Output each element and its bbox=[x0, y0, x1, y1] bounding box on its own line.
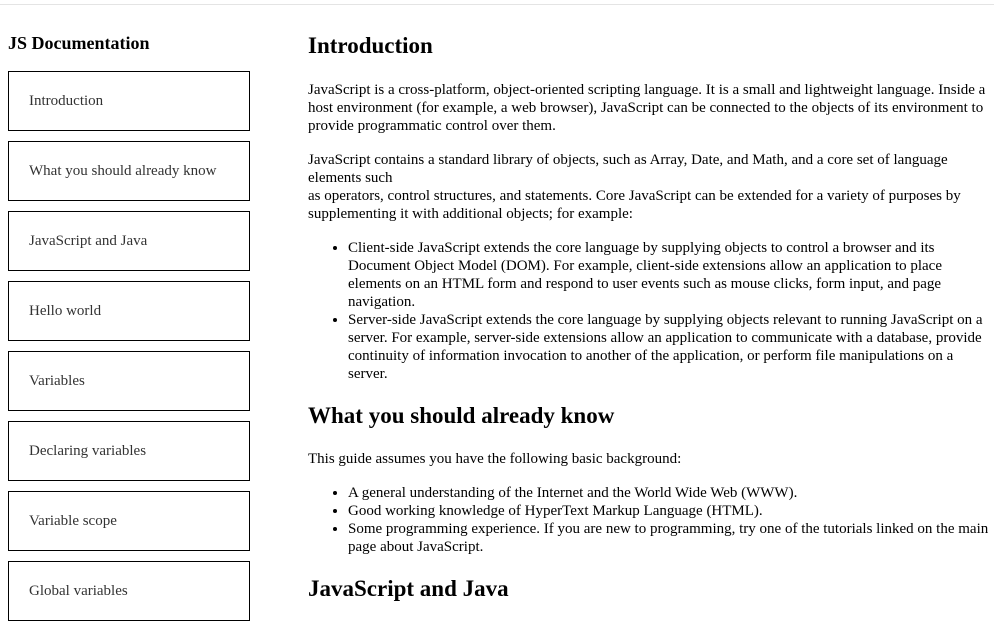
list-item-html: Good working knowledge of HyperText Mark… bbox=[348, 502, 994, 520]
section-javascript-and-java: JavaScript and Java bbox=[308, 573, 994, 605]
list-item-server-side: Server-side JavaScript extends the core … bbox=[348, 311, 994, 383]
intro-paragraph-2b: as operators, control structures, and st… bbox=[308, 188, 961, 222]
nav-link-variables[interactable]: Variables bbox=[8, 351, 250, 411]
sidebar-title: JS Documentation bbox=[8, 33, 150, 53]
know-list: A general understanding of the Internet … bbox=[308, 484, 994, 556]
section-what-you-should-already-know: What you should already know This guide … bbox=[308, 400, 994, 556]
nav-link-global-variables[interactable]: Global variables bbox=[8, 561, 250, 621]
section-title-introduction: Introduction bbox=[308, 33, 433, 58]
nav-link-declaring-variables[interactable]: Declaring variables bbox=[8, 421, 250, 481]
navbar: JS Documentation Introduction What you s… bbox=[8, 30, 250, 631]
list-item-client-side: Client-side JavaScript extends the core … bbox=[348, 239, 994, 311]
nav-link-javascript-and-java[interactable]: JavaScript and Java bbox=[8, 211, 250, 271]
list-item-internet: A general understanding of the Internet … bbox=[348, 484, 994, 502]
section-title-what-you-should-already-know: What you should already know bbox=[308, 403, 615, 428]
nav-link-introduction[interactable]: Introduction bbox=[8, 71, 250, 131]
nav-link-what-you-should-already-know[interactable]: What you should already know bbox=[8, 141, 250, 201]
intro-paragraph-1: JavaScript is a cross-platform, object-o… bbox=[308, 82, 986, 134]
nav-list: Introduction What you should already kno… bbox=[8, 71, 250, 621]
main-doc: Introduction JavaScript is a cross-platf… bbox=[308, 30, 994, 605]
intro-paragraph-2a: JavaScript contains a standard library o… bbox=[308, 152, 948, 186]
section-introduction: Introduction JavaScript is a cross-platf… bbox=[308, 30, 994, 383]
section-title-javascript-and-java: JavaScript and Java bbox=[308, 576, 509, 601]
nav-link-hello-world[interactable]: Hello world bbox=[8, 281, 250, 341]
list-item-programming: Some programming experience. If you are … bbox=[348, 520, 994, 556]
nav-link-variable-scope[interactable]: Variable scope bbox=[8, 491, 250, 551]
intro-list: Client-side JavaScript extends the core … bbox=[308, 239, 994, 383]
top-divider bbox=[0, 4, 994, 5]
know-paragraph: This guide assumes you have the followin… bbox=[308, 451, 682, 467]
